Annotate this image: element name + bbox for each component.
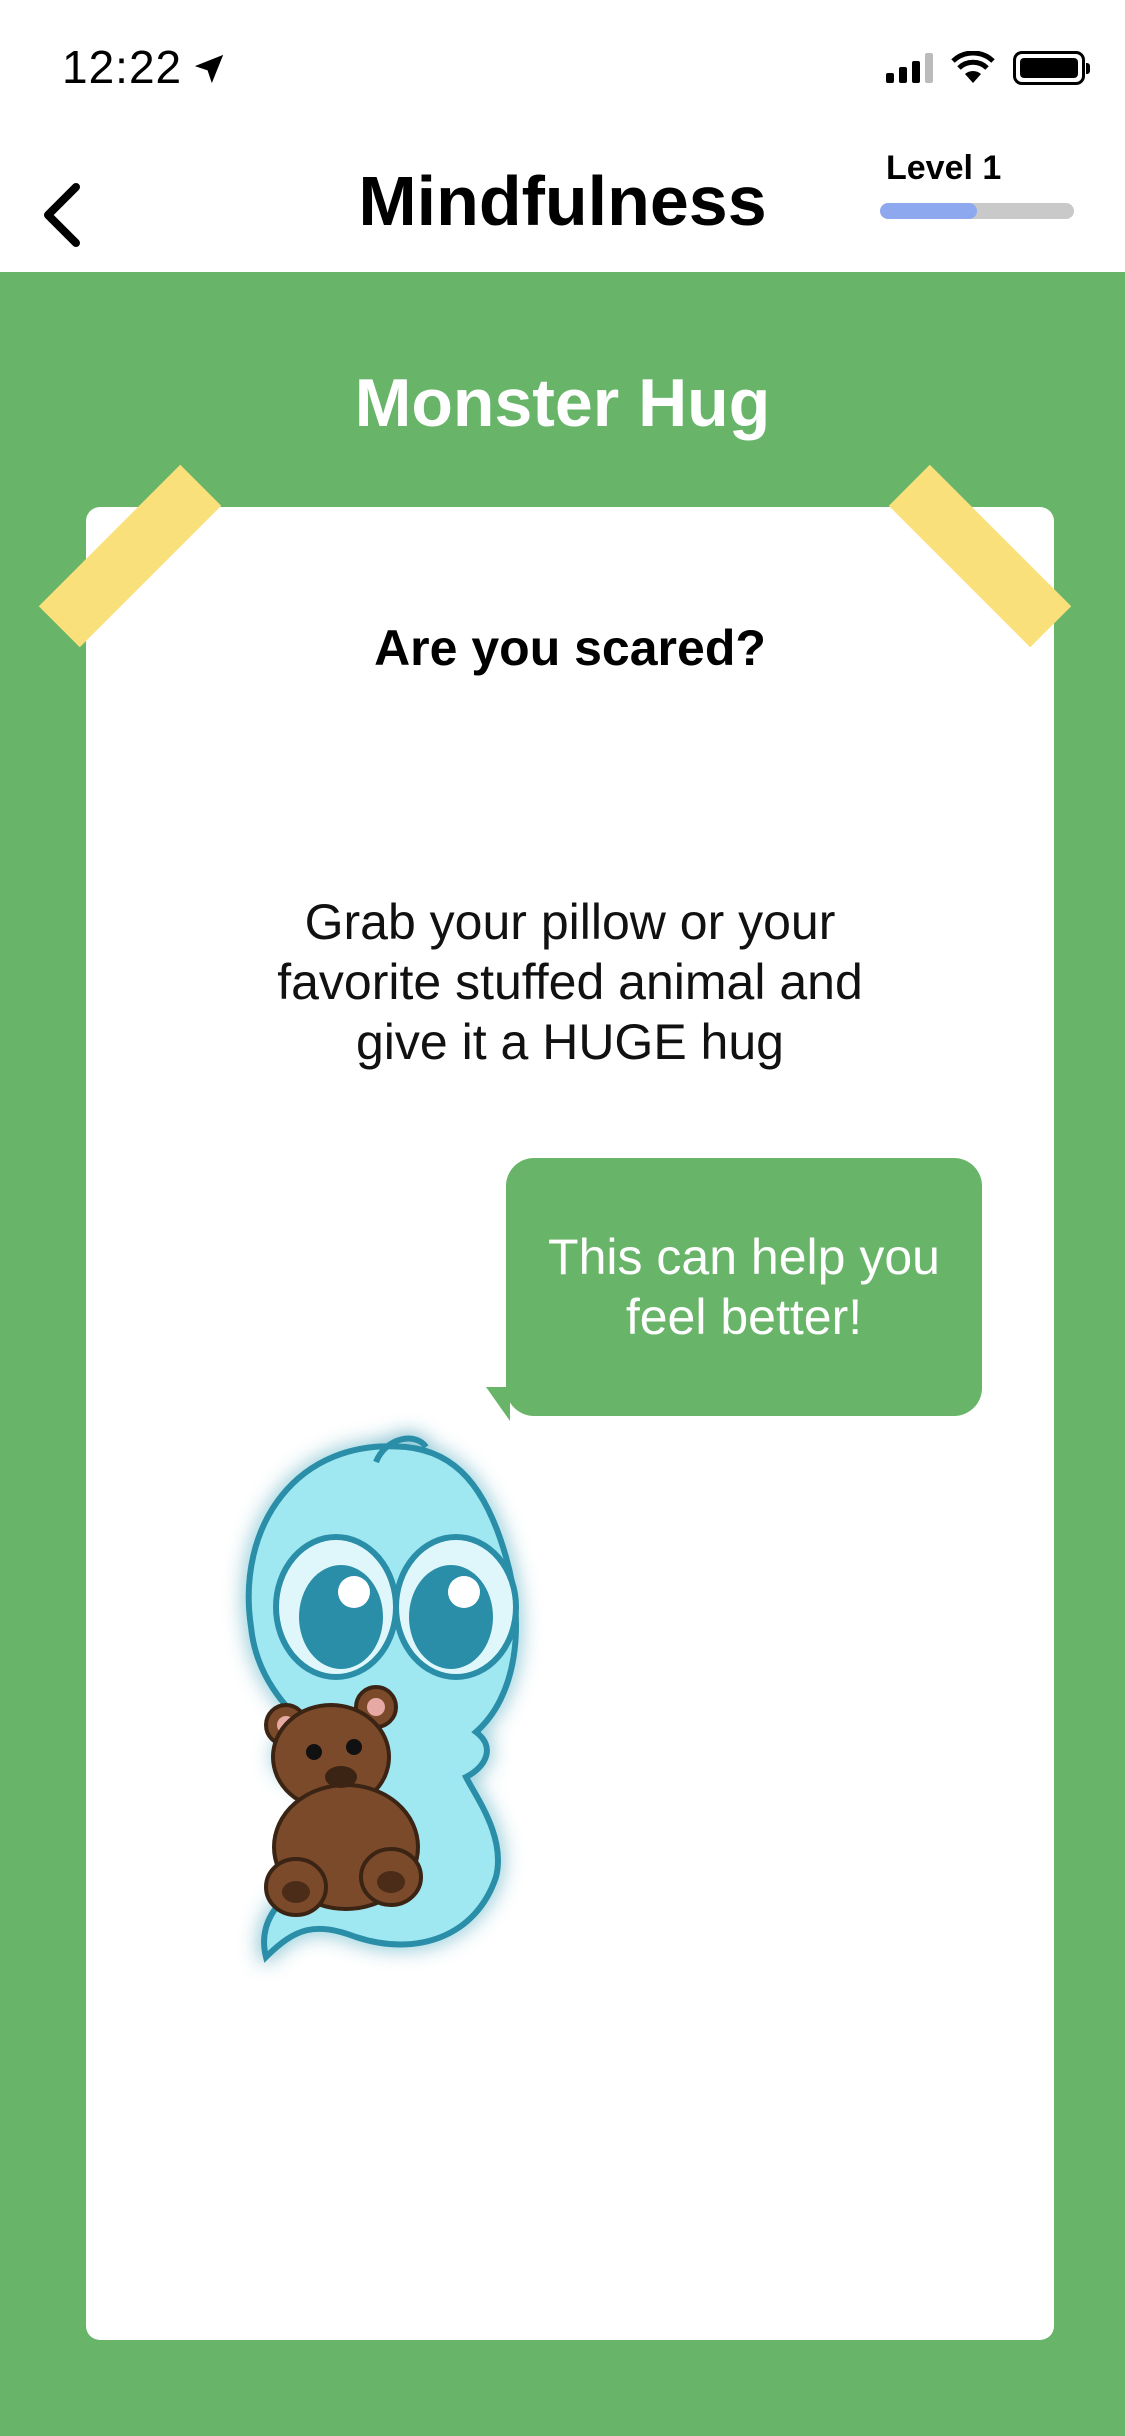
- level-progress-bar: [880, 203, 1074, 219]
- location-arrow-icon: [194, 54, 224, 84]
- activity-card: Are you scared? Grab your pillow or your…: [86, 507, 1054, 2340]
- cellular-signal-icon: [886, 53, 933, 83]
- speech-bubble-text: This can help you feel better!: [548, 1229, 940, 1345]
- wifi-icon: [951, 51, 995, 83]
- level-progress-fill: [880, 203, 977, 219]
- status-bar: 12:22: [0, 0, 1125, 135]
- card-instructions: Grab your pillow or your favorite stuffe…: [277, 894, 863, 1070]
- content-area: Monster Hug Are you scared? Grab your pi…: [0, 272, 1125, 2436]
- nav-header: Mindfulness Level 1: [0, 135, 1125, 272]
- card-question: Are you scared?: [374, 620, 766, 676]
- ghost-mascot-illustration: [245, 1435, 519, 1963]
- level-label: Level 1: [886, 149, 1002, 187]
- status-icons: [886, 48, 1090, 88]
- activity-title: Monster Hug: [354, 365, 771, 441]
- status-time: 12:22: [62, 41, 183, 93]
- battery-icon: [1013, 51, 1090, 85]
